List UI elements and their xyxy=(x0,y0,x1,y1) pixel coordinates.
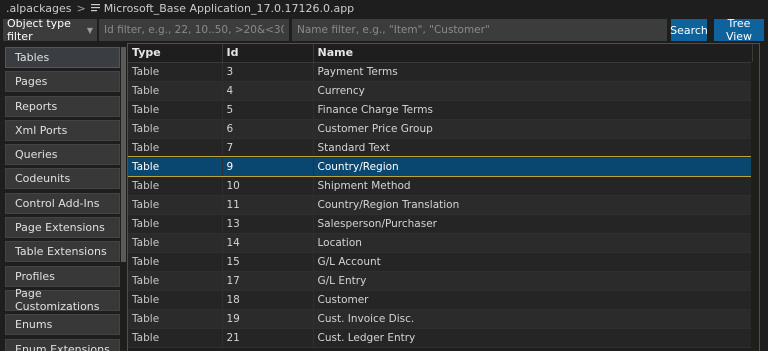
table-row[interactable]: Table 9 Country/Region xyxy=(128,156,753,177)
cell-name: Country/Region xyxy=(313,157,753,177)
cell-id: 3 xyxy=(222,62,314,82)
sidebar-item-control-add-ins[interactable]: Control Add-Ins xyxy=(5,192,120,214)
cell-name: Payment Terms xyxy=(313,62,753,82)
cell-id: 21 xyxy=(222,328,314,348)
cell-name: G/L Account xyxy=(313,252,753,272)
cell-id: 10 xyxy=(222,176,314,196)
sidebar-item-profiles[interactable]: Profiles xyxy=(5,265,120,287)
cell-id: 15 xyxy=(222,252,314,272)
name-filter-input[interactable] xyxy=(292,19,667,41)
cell-name: Cust. Invoice Disc. xyxy=(313,309,753,329)
sidebar-scrollbar[interactable] xyxy=(121,47,126,262)
object-type-filter-label: Object type filter xyxy=(7,17,71,43)
table-row[interactable]: Table 10 Shipment Method xyxy=(128,176,753,196)
cell-name: Cust. Ledger Entry xyxy=(313,328,753,348)
sidebar-item-reports[interactable]: Reports xyxy=(5,95,120,117)
tree-view-button[interactable]: Tree View xyxy=(714,17,764,43)
cell-id: 13 xyxy=(222,214,314,234)
cell-type: Table xyxy=(128,290,223,310)
cell-id: 7 xyxy=(222,138,314,158)
sidebar-item-xml-ports[interactable]: Xml Ports xyxy=(5,119,120,141)
filter-toolbar: Object type filter ▼ Search Tree View xyxy=(0,17,768,43)
column-header-id[interactable]: Id xyxy=(222,44,314,63)
grid-scrollbar[interactable] xyxy=(751,62,759,351)
cell-type: Table xyxy=(128,271,223,291)
chevron-down-icon: ▼ xyxy=(86,25,93,35)
id-filter-input[interactable] xyxy=(99,19,289,41)
cell-id: 9 xyxy=(222,157,314,177)
cell-type: Table xyxy=(128,81,223,101)
cell-type: Table xyxy=(128,138,223,158)
table-row[interactable]: Table 3 Payment Terms xyxy=(128,62,753,82)
cell-id: 18 xyxy=(222,290,314,310)
cell-type: Table xyxy=(128,119,223,139)
objects-table: Type Id Name Table 3 Payment Terms Table 4 Cu… xyxy=(128,44,753,348)
file-lines-icon xyxy=(90,2,100,15)
sidebar-item-queries[interactable]: Queries xyxy=(5,144,120,166)
cell-name: Location xyxy=(313,233,753,253)
table-row[interactable]: Table 7 Standard Text xyxy=(128,138,753,158)
table-header-row: Type Id Name xyxy=(128,44,753,63)
sidebar-item-enums[interactable]: Enums xyxy=(5,314,120,336)
cell-name: Standard Text xyxy=(313,138,753,158)
sidebar-item-tables[interactable]: Tables xyxy=(5,47,120,68)
search-button[interactable]: Search xyxy=(670,19,708,41)
cell-type: Table xyxy=(128,233,223,253)
table-row[interactable]: Table 13 Salesperson/Purchaser xyxy=(128,214,753,234)
breadcrumb: .alpackages > Microsoft_Base Application… xyxy=(0,0,768,16)
cell-id: 11 xyxy=(222,195,314,215)
cell-name: Finance Charge Terms xyxy=(313,100,753,120)
cell-id: 4 xyxy=(222,81,314,101)
cell-name: Customer xyxy=(313,290,753,310)
cell-id: 6 xyxy=(222,119,314,139)
cell-type: Table xyxy=(128,62,223,82)
sidebar-item-pages[interactable]: Pages xyxy=(5,71,120,93)
table-row[interactable]: Table 19 Cust. Invoice Disc. xyxy=(128,309,753,329)
cell-name: G/L Entry xyxy=(313,271,753,291)
column-header-type[interactable]: Type xyxy=(128,44,223,63)
cell-type: Table xyxy=(128,100,223,120)
table-row[interactable]: Table 17 G/L Entry xyxy=(128,271,753,291)
cell-name: Currency xyxy=(313,81,753,101)
sidebar-item-codeunits[interactable]: Codeunits xyxy=(5,168,120,190)
cell-type: Table xyxy=(128,309,223,329)
sidebar-item-page-customizations[interactable]: Page Customizations xyxy=(5,287,120,313)
sidebar-item-enum-extensions[interactable]: Enum Extensions xyxy=(5,338,120,351)
cell-id: 19 xyxy=(222,309,314,329)
cell-type: Table xyxy=(128,157,223,177)
table-row[interactable]: Table 6 Customer Price Group xyxy=(128,119,753,139)
cell-id: 17 xyxy=(222,271,314,291)
cell-name: Shipment Method xyxy=(313,176,753,196)
table-row[interactable]: Table 5 Finance Charge Terms xyxy=(128,100,753,120)
table-row[interactable]: Table 14 Location xyxy=(128,233,753,253)
cell-name: Customer Price Group xyxy=(313,119,753,139)
table-row[interactable]: Table 15 G/L Account xyxy=(128,252,753,272)
sidebar-item-table-extensions[interactable]: Table Extensions xyxy=(5,241,120,263)
objects-grid: Type Id Name Table 3 Payment Terms Table 4 Cu… xyxy=(127,43,760,351)
breadcrumb-file[interactable]: Microsoft_Base Application_17.0.17126.0.… xyxy=(104,2,354,15)
column-header-name[interactable]: Name xyxy=(313,44,753,63)
cell-type: Table xyxy=(128,195,223,215)
object-type-sidebar: Tables Pages Reports Xml Ports Queries Codeun… xyxy=(5,47,120,351)
cell-type: Table xyxy=(128,328,223,348)
cell-type: Table xyxy=(128,252,223,272)
object-type-filter-dropdown[interactable]: Object type filter ▼ xyxy=(3,17,97,43)
cell-name: Country/Region Translation xyxy=(313,195,753,215)
cell-name: Salesperson/Purchaser xyxy=(313,214,753,234)
table-row[interactable]: Table 18 Customer xyxy=(128,290,753,310)
table-row[interactable]: Table 21 Cust. Ledger Entry xyxy=(128,328,753,348)
cell-type: Table xyxy=(128,176,223,196)
table-row[interactable]: Table 4 Currency xyxy=(128,81,753,101)
breadcrumb-separator: > xyxy=(76,1,86,15)
sidebar-item-page-extensions[interactable]: Page Extensions xyxy=(5,217,120,239)
table-row[interactable]: Table 11 Country/Region Translation xyxy=(128,195,753,215)
cell-id: 14 xyxy=(222,233,314,253)
breadcrumb-folder[interactable]: .alpackages xyxy=(6,2,71,15)
cell-id: 5 xyxy=(222,100,314,120)
cell-type: Table xyxy=(128,214,223,234)
